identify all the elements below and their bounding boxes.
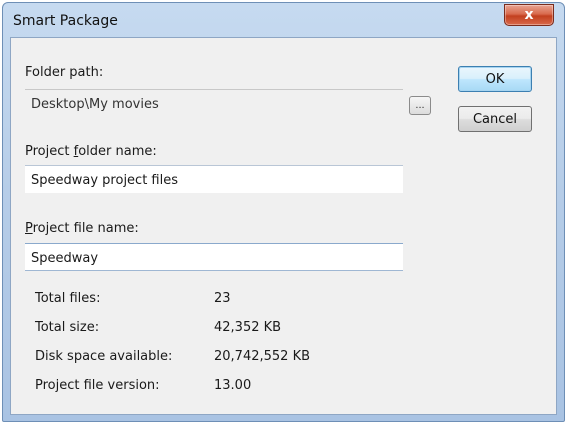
folder-path-field: Desktop\My movies [25,89,403,117]
folder-path-label: Folder path: [25,65,104,80]
project-file-input[interactable]: Speedway [25,243,403,271]
ellipsis-icon: ... [415,99,425,111]
project-folder-label-post: older name: [78,144,157,159]
project-file-label-post: roject file name: [32,221,139,236]
total-files-label: Total files: [35,291,101,306]
ok-button[interactable]: OK [458,66,532,92]
cancel-button-label: Cancel [472,111,518,127]
total-files-value: 23 [214,291,231,306]
project-file-label-accel: P [25,221,33,236]
disk-space-label: Disk space available: [35,349,173,364]
project-file-version-label: Project file version: [35,378,160,393]
total-size-value: 42,352 KB [214,320,282,335]
close-button[interactable]: x [504,4,554,26]
project-folder-value: Speedway project files [31,173,178,188]
window-title: Smart Package [13,13,118,29]
project-folder-input[interactable]: Speedway project files [25,165,403,193]
dialog-body: Folder path: Desktop\My movies ... Proje… [10,37,557,415]
dialog-window: Smart Package x Folder path: Desktop\My … [2,2,565,422]
cancel-button[interactable]: Cancel [458,106,532,132]
project-file-label: Project file name: [25,221,139,236]
project-folder-label-pre: Project [25,144,74,159]
ok-button-label: OK [485,71,505,87]
project-file-value: Speedway [31,251,99,266]
folder-path-value: Desktop\My movies [31,97,159,112]
total-size-label: Total size: [35,320,100,335]
project-file-version-value: 13.00 [214,378,252,393]
project-folder-label: Project folder name: [25,144,157,159]
close-icon: x [524,7,534,23]
title-bar[interactable]: Smart Package x [3,3,564,37]
disk-space-value: 20,742,552 KB [214,349,311,364]
browse-button[interactable]: ... [409,96,431,115]
